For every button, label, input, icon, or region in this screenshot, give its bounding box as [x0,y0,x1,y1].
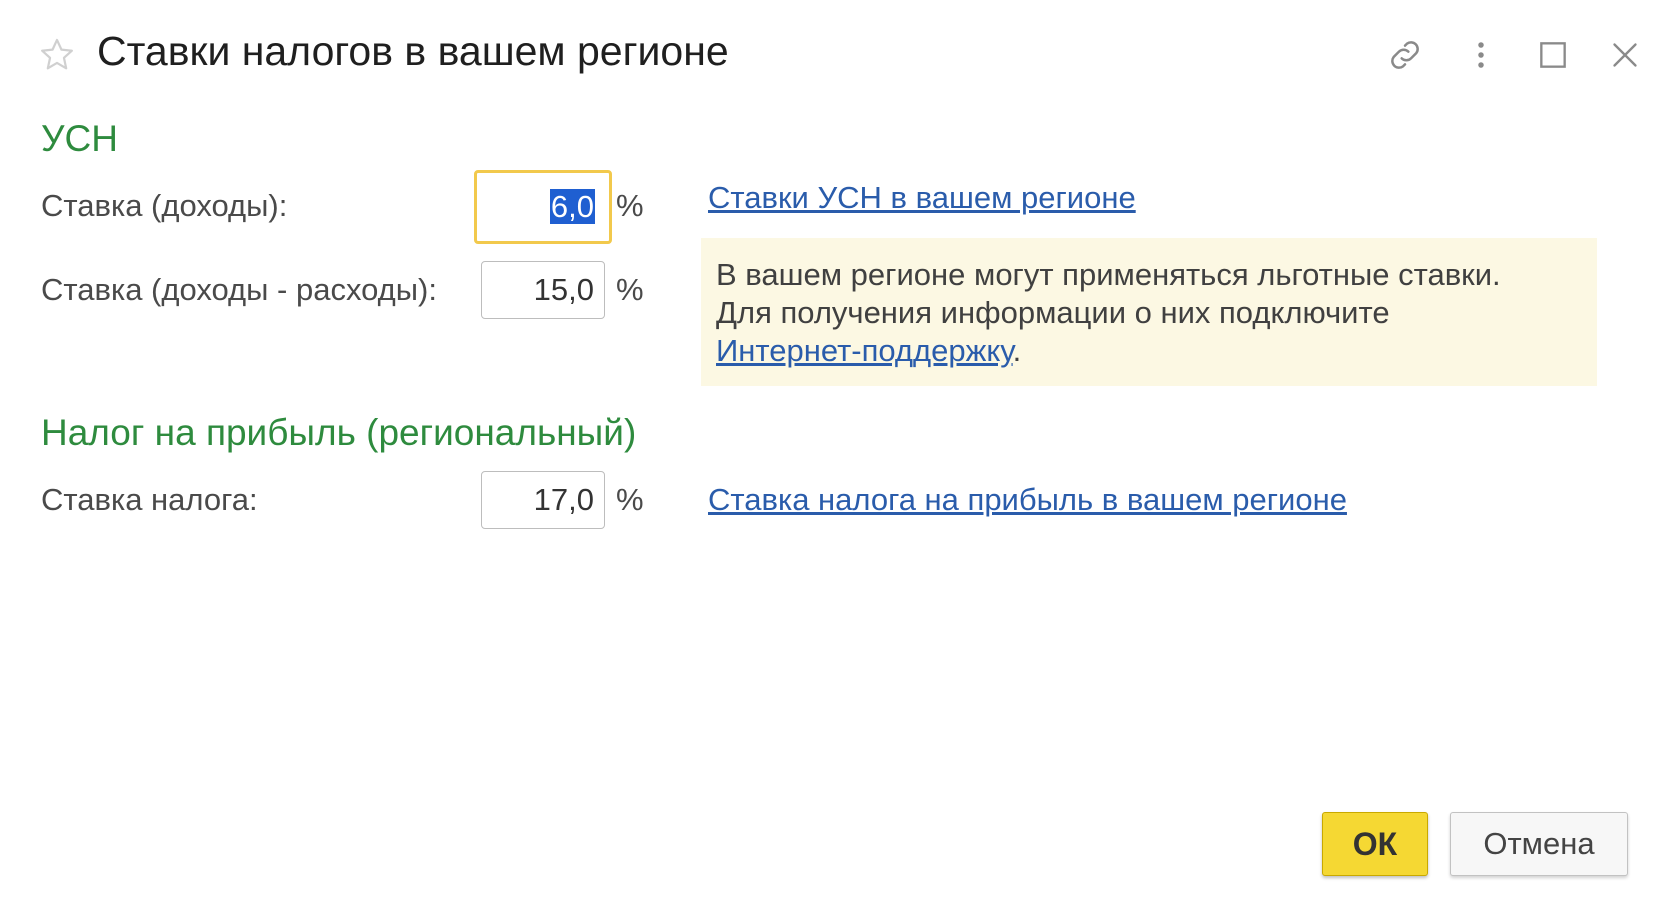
info-suffix: . [1012,333,1022,368]
link-icon[interactable] [1380,30,1430,80]
ok-button[interactable]: ОК [1322,812,1428,876]
income-minus-expense-rate-percent: % [616,272,644,307]
info-line-2: Для получения информации о них подключит… [716,295,1390,330]
income-rate-value: 6,0 [549,189,595,224]
more-vertical-icon[interactable] [1456,30,1506,80]
window-title: Ставки налогов в вашем регионе [97,28,729,74]
income-minus-expense-rate-input[interactable]: 15,0 [481,261,605,319]
info-box: В вашем регионе могут применяться льготн… [701,238,1597,386]
profit-tax-rate-link[interactable]: Ставка налога на прибыль в вашем регионе [708,482,1347,518]
internet-support-link[interactable]: Интернет-поддержку [716,333,1013,368]
income-rate-input[interactable]: 6,0 [474,170,612,244]
profit-tax-rate-label: Ставка налога: [41,482,258,517]
close-icon[interactable] [1600,30,1650,80]
maximize-icon[interactable] [1528,30,1578,80]
tax-rates-dialog: Ставки налогов в вашем регионе УСН Ставк… [0,0,1680,912]
info-line-3: Интернет-поддержку. [716,332,1582,370]
info-line-1: В вашем регионе могут применяться льготн… [716,257,1501,292]
star-icon[interactable] [38,36,76,74]
income-rate-percent: % [616,188,644,223]
usn-rates-link[interactable]: Ставки УСН в вашем регионе [708,180,1136,216]
cancel-button[interactable]: Отмена [1450,812,1628,876]
profit-tax-heading: Налог на прибыль (региональный) [41,412,637,453]
income-rate-label: Ставка (доходы): [41,188,288,223]
profit-tax-rate-percent: % [616,482,644,517]
profit-tax-rate-input[interactable]: 17,0 [481,471,605,529]
usn-heading: УСН [41,118,118,159]
income-minus-expense-rate-label: Ставка (доходы - расходы): [41,272,437,307]
